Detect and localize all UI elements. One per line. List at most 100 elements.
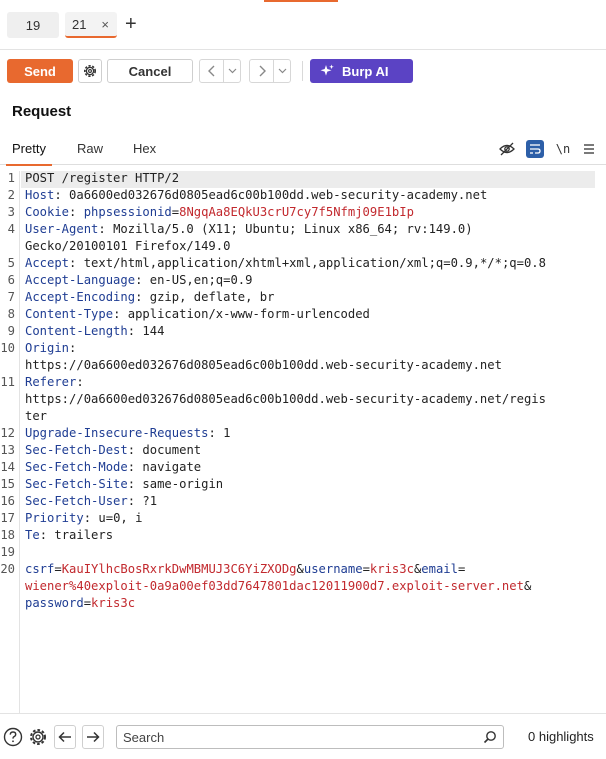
burp-ai-label: Burp AI	[342, 63, 389, 79]
search-bar: 0 highlights	[0, 713, 606, 759]
next-match-button[interactable]	[82, 725, 104, 749]
newline-toggle[interactable]: \n	[556, 140, 570, 158]
tab-label: 21	[72, 16, 87, 32]
previous-match-button[interactable]	[54, 725, 76, 749]
line-number: 18	[0, 528, 15, 542]
header-name: Origin	[25, 341, 70, 355]
gear-icon	[30, 729, 46, 745]
tab-label: 19	[25, 17, 41, 33]
tab-hex[interactable]: Hex	[133, 141, 156, 156]
add-tab-button[interactable]: +	[125, 13, 137, 35]
header-line: Content-Length: 144	[25, 324, 165, 338]
request-line: POST /register HTTP/2	[25, 171, 180, 185]
search-input[interactable]	[123, 729, 473, 745]
history-back-button[interactable]	[200, 60, 224, 82]
header-line: Cookie: phpsessionid=8NgqAa8EQkU3crU7cy7…	[25, 205, 414, 219]
help-button[interactable]	[2, 726, 24, 748]
send-button[interactable]: Send	[7, 59, 73, 83]
header-name: Content-Length	[25, 324, 128, 338]
tab-pretty[interactable]: Pretty	[6, 141, 52, 166]
body-line: csrf=KauIYlhcBosRxrkDwMBMUJ3C6YiZXODg&us…	[25, 562, 466, 576]
line-number: 8	[7, 307, 15, 321]
sparkle-icon	[320, 64, 334, 76]
line-number: 9	[7, 324, 15, 338]
line-number: 11	[0, 375, 15, 389]
eye-slash-icon	[499, 142, 515, 156]
line-number: 14	[0, 460, 15, 474]
header-value-continuation: https://0a6600ed032676d0805ead6c00b100dd…	[25, 392, 546, 406]
toolbar-divider	[302, 61, 303, 81]
word-wrap-toggle[interactable]	[526, 140, 544, 158]
header-value-continuation: https://0a6600ed032676d0805ead6c00b100dd…	[25, 358, 502, 372]
history-forward-dropdown[interactable]	[274, 60, 290, 82]
header-name: Accept	[25, 256, 70, 270]
line-number-gutter: 1 2 3 4 5 6 7 8 9 10 11 12 13 14 15 16 1…	[0, 171, 20, 713]
search-field[interactable]	[116, 725, 504, 749]
header-value: 0a6600ed032676d0805ead6c00b100dd.web-sec…	[69, 188, 488, 202]
line-number: 4	[7, 222, 15, 236]
param-name: password	[25, 596, 84, 610]
chevron-left-icon	[207, 65, 214, 77]
header-name: Accept-Encoding	[25, 290, 136, 304]
header-name: Accept-Language	[25, 273, 136, 287]
header-value: document	[142, 443, 202, 457]
header-value-continuation: Gecko/20100101 Firefox/149.0	[25, 239, 231, 253]
wrap-icon	[530, 144, 541, 154]
header-line: Referer:	[25, 375, 84, 389]
history-back-dropdown[interactable]	[224, 60, 240, 82]
line-number: 7	[7, 290, 15, 304]
header-value: same-origin	[142, 477, 224, 491]
cancel-button[interactable]: Cancel	[107, 59, 193, 83]
cookie-name: phpsessionid	[83, 205, 172, 219]
header-line: Sec-Fetch-Dest: document	[25, 443, 202, 457]
param-name: username	[303, 562, 363, 576]
header-line: Content-Type: application/x-www-form-url…	[25, 307, 370, 321]
param-value: kris3c	[369, 562, 414, 576]
arrow-right-icon	[87, 731, 100, 743]
line-number: 12	[0, 426, 15, 440]
repeater-tabs: 19 21 × +	[0, 0, 606, 50]
line-number: 6	[7, 273, 15, 287]
param-value: wiener%40exploit-0a9a00ef03dd7647801dac1…	[25, 579, 524, 593]
header-line: Sec-Fetch-User: ?1	[25, 494, 158, 508]
header-line: Accept-Language: en-US,en;q=0.9	[25, 273, 253, 287]
line-number: 19	[0, 545, 15, 559]
line-number: 16	[0, 494, 15, 508]
hamburger-menu-icon	[584, 144, 594, 154]
header-name: User-Agent	[25, 222, 99, 236]
line-number: 15	[0, 477, 15, 491]
header-name: Host	[25, 188, 55, 202]
header-value: text/html,application/xhtml+xml,applicat…	[83, 256, 546, 270]
header-value: Mozilla/5.0 (X11; Ubuntu; Linux x86_64; …	[113, 222, 473, 236]
settings-button[interactable]	[78, 59, 102, 83]
chevron-down-icon	[228, 68, 236, 74]
hide-nonprintable-button[interactable]	[498, 140, 516, 158]
history-forward-button[interactable]	[250, 60, 274, 82]
header-value: u=0, i	[98, 511, 143, 525]
header-value: en-US,en;q=0.9	[149, 273, 253, 287]
header-line: Accept-Encoding: gzip, deflate, br	[25, 290, 275, 304]
close-icon[interactable]: ×	[101, 17, 109, 32]
tab-19[interactable]: 19	[7, 12, 59, 38]
request-editor[interactable]: 1 2 3 4 5 6 7 8 9 10 11 12 13 14 15 16 1…	[0, 171, 606, 713]
burp-ai-button[interactable]: Burp AI	[310, 59, 413, 83]
header-line: Te: trailers	[25, 528, 114, 542]
header-value: 1	[223, 426, 231, 440]
tab-21[interactable]: 21 ×	[65, 12, 117, 38]
line-number: 2	[7, 188, 15, 202]
header-value-continuation: ter	[25, 409, 48, 423]
line-number: 17	[0, 511, 15, 525]
menu-button[interactable]	[582, 140, 596, 158]
cookie-value: 8NgqAa8EQkU3crU7cy7f5Nfmj09E1bIp	[179, 205, 414, 219]
header-name: Sec-Fetch-User	[25, 494, 128, 508]
header-line: Accept: text/html,application/xhtml+xml,…	[25, 256, 546, 270]
header-line: Priority: u=0, i	[25, 511, 143, 525]
header-value: ?1	[142, 494, 158, 508]
param-value: kris3c	[91, 596, 136, 610]
header-line: User-Agent: Mozilla/5.0 (X11; Ubuntu; Li…	[25, 222, 473, 236]
tab-raw[interactable]: Raw	[77, 141, 103, 156]
body-line-continuation: password=kris3c	[25, 596, 136, 610]
search-settings-button[interactable]	[27, 726, 49, 748]
search-icon	[483, 731, 496, 744]
header-value: navigate	[142, 460, 202, 474]
